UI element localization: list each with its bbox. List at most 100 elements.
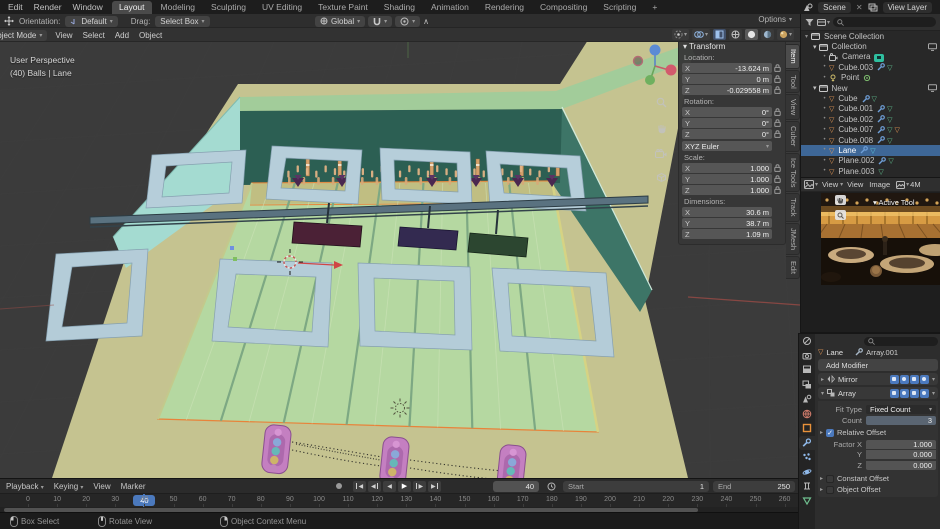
workspace-tab-texture-paint[interactable]: Texture Paint: [311, 1, 375, 14]
viewport-menu-view[interactable]: View: [55, 31, 72, 40]
constant-offset-checkbox[interactable]: [826, 475, 834, 483]
properties-tab-scene[interactable]: [799, 392, 815, 407]
factor-row-z[interactable]: Z0.000: [820, 460, 936, 470]
play-reverse-button[interactable]: ◀: [383, 481, 396, 492]
lock-icon[interactable]: [772, 64, 782, 72]
sidebar-tab-jmesh[interactable]: JMesh: [786, 223, 800, 255]
display-mode-icon[interactable]: ▾: [817, 18, 830, 27]
autokey-record-button[interactable]: [332, 481, 345, 492]
proportional-edit-icon[interactable]: ▾: [395, 16, 420, 27]
view-layer-selector[interactable]: View Layer: [883, 2, 932, 13]
image-menu-view[interactable]: View: [847, 180, 863, 189]
lock-icon[interactable]: [772, 86, 782, 94]
shading-material-icon[interactable]: [761, 29, 774, 40]
sidebar-tab-edit[interactable]: Edit: [786, 256, 800, 279]
wrench-icon[interactable]: [877, 105, 885, 113]
play-button[interactable]: ▶: [398, 481, 411, 492]
disclosure-icon[interactable]: •: [822, 75, 827, 81]
orientation-dropdown[interactable]: Default▾: [65, 16, 117, 27]
lock-icon[interactable]: [772, 164, 782, 172]
lock-icon[interactable]: [772, 108, 782, 116]
disclosure-icon[interactable]: •: [822, 116, 827, 122]
outliner-row-cube-008[interactable]: •▽Cube.008▽: [801, 135, 940, 145]
properties-search-input[interactable]: [864, 337, 938, 346]
wrench-icon[interactable]: [877, 115, 885, 123]
shading-solid-icon[interactable]: [745, 29, 758, 40]
mesh-data-icon[interactable]: ▽: [887, 136, 892, 145]
add-workspace-button[interactable]: +: [645, 1, 664, 14]
mesh-data-icon[interactable]: ▽: [887, 125, 892, 134]
timeline-menu-keying[interactable]: Keying ▾: [54, 482, 84, 491]
mesh-data-icon[interactable]: ▽: [872, 94, 877, 103]
workspace-tab-scripting[interactable]: Scripting: [596, 1, 643, 14]
mirror-toggle-cage[interactable]: [920, 375, 929, 384]
field-x[interactable]: X-13.624 m: [682, 63, 782, 73]
properties-tab-physics[interactable]: [799, 465, 815, 480]
field-z[interactable]: Z1.09 m: [682, 229, 782, 239]
timeline-menu-view[interactable]: View: [93, 482, 110, 491]
mesh-data-icon[interactable]: ▽: [887, 63, 892, 72]
disclosure-icon[interactable]: •: [822, 54, 827, 60]
viewport-menu-select[interactable]: Select: [83, 31, 105, 40]
modifier-array-header[interactable]: ▾ Array ▾: [818, 387, 938, 399]
disclosure-icon[interactable]: ▾: [804, 33, 809, 40]
outliner-row-cube-002[interactable]: •▽Cube.002▽: [801, 114, 940, 124]
overlays-dropdown[interactable]: ▾: [692, 29, 710, 40]
field-x[interactable]: X1.000: [682, 163, 782, 173]
start-frame-field[interactable]: Start1: [563, 481, 709, 492]
mesh-extra-icon[interactable]: ▽: [894, 125, 899, 134]
factor-row-factor-x[interactable]: Factor X1.000: [820, 439, 936, 449]
field-z[interactable]: Z-0.029558 m: [682, 85, 782, 95]
object-offset-checkbox[interactable]: [826, 486, 834, 494]
timeline-ruler[interactable]: 40 0102030405060708090100110120130140150…: [0, 493, 798, 507]
field-z[interactable]: Z0°: [682, 129, 782, 139]
transform-orientation-dropdown[interactable]: Global▾: [315, 16, 365, 27]
wrench-icon[interactable]: [878, 157, 886, 165]
pan-hand-icon[interactable]: [652, 119, 670, 137]
sidebar-tab-item[interactable]: Item: [786, 44, 800, 69]
photo-tool-button-1[interactable]: [835, 195, 846, 205]
wrench-icon[interactable]: [862, 95, 870, 103]
workspace-tab-rendering[interactable]: Rendering: [478, 1, 531, 14]
scene-selector[interactable]: Scene: [818, 2, 851, 13]
outliner-search-input[interactable]: [833, 17, 936, 27]
menu-window[interactable]: Window: [73, 2, 103, 12]
rotation-mode-dropdown[interactable]: XYZ Euler▾: [682, 141, 772, 151]
outliner-row-new[interactable]: ▾New: [801, 83, 940, 93]
move-tool-icon[interactable]: [4, 16, 14, 26]
screen-icon[interactable]: [928, 84, 937, 92]
lock-icon[interactable]: [772, 119, 782, 127]
breadcrumb-object[interactable]: Lane: [826, 348, 843, 357]
outliner-row-point[interactable]: •Point: [801, 73, 940, 83]
sidebar-tab-tool[interactable]: Tool: [786, 70, 800, 94]
outliner-row-cube-001[interactable]: •▽Cube.001▽: [801, 104, 940, 114]
shading-wireframe-icon[interactable]: [729, 29, 742, 40]
properties-tab-data[interactable]: [799, 494, 815, 509]
photo-tool-button-2[interactable]: [835, 210, 846, 220]
workspace-tab-sculpting[interactable]: Sculpting: [204, 1, 253, 14]
field-y[interactable]: Y38.7 m: [682, 218, 782, 228]
ortho-toggle-icon[interactable]: [652, 168, 670, 186]
screen-icon[interactable]: [928, 43, 937, 51]
fit-type-dropdown[interactable]: Fixed Count▾: [866, 405, 936, 414]
prev-keyframe-button[interactable]: ◀: [368, 481, 381, 492]
disclosure-icon[interactable]: ▾: [813, 84, 817, 92]
mirror-toggle-render[interactable]: [910, 375, 919, 384]
transform-panel-header[interactable]: ▾ Transform: [683, 42, 782, 51]
mesh-data-blue-icon[interactable]: ▽: [870, 146, 875, 155]
field-z[interactable]: Z1.000: [682, 185, 782, 195]
sidebar-tab-track[interactable]: Track: [786, 193, 800, 221]
properties-tab-tool[interactable]: [799, 334, 815, 349]
field-y[interactable]: Y1.000: [682, 174, 782, 184]
properties-tab-render[interactable]: [799, 349, 815, 364]
disclosure-icon[interactable]: •: [822, 147, 827, 153]
field-y[interactable]: Y0°: [682, 118, 782, 128]
filter-icon[interactable]: [805, 18, 814, 27]
mesh-data-icon[interactable]: ▽: [878, 167, 883, 176]
array-toggle-edit[interactable]: [890, 389, 899, 398]
breadcrumb-modifier[interactable]: Array.001: [866, 348, 898, 357]
factor-row-y[interactable]: Y0.000: [820, 450, 936, 460]
wrench-icon[interactable]: [877, 63, 885, 71]
snap-magnet-icon[interactable]: ▾: [368, 16, 392, 27]
properties-tab-view-layer[interactable]: [799, 378, 815, 393]
